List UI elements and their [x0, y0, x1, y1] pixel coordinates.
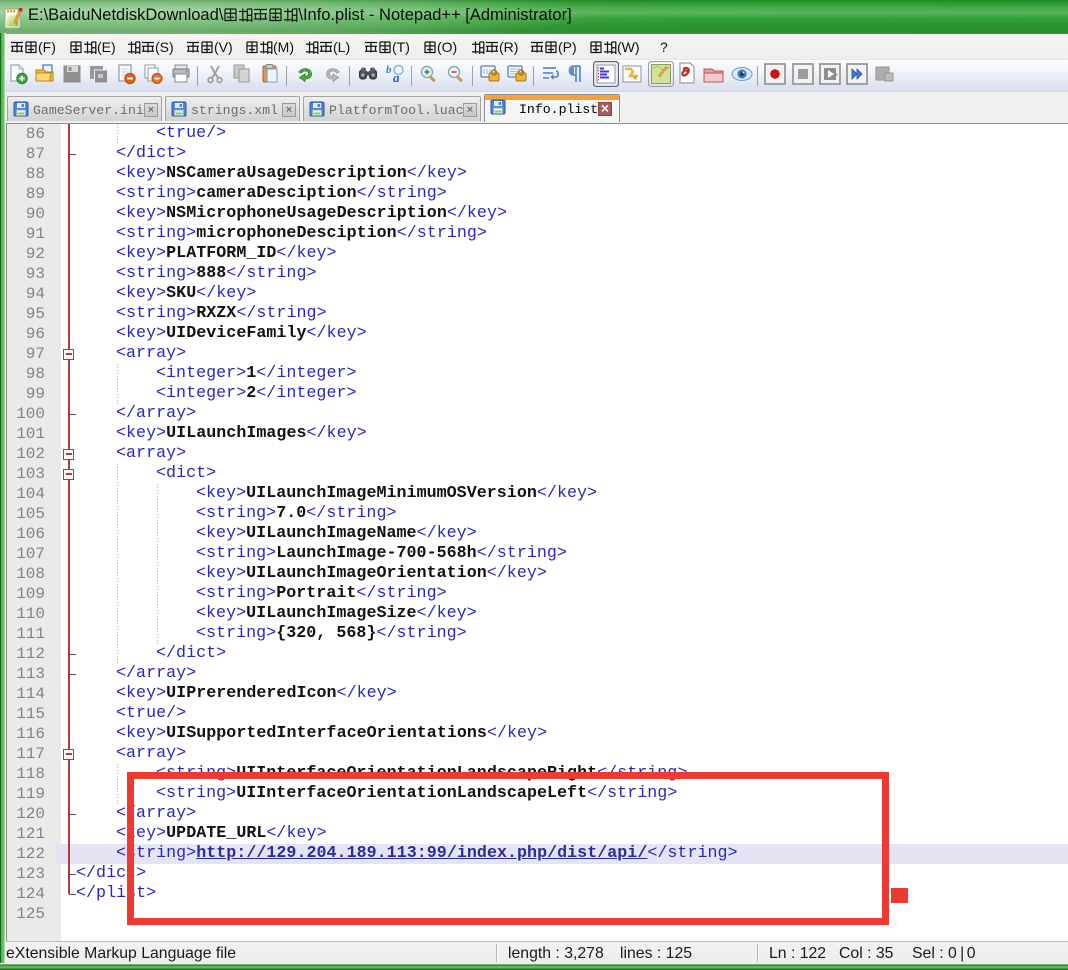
- svg-text:b: b: [386, 64, 392, 76]
